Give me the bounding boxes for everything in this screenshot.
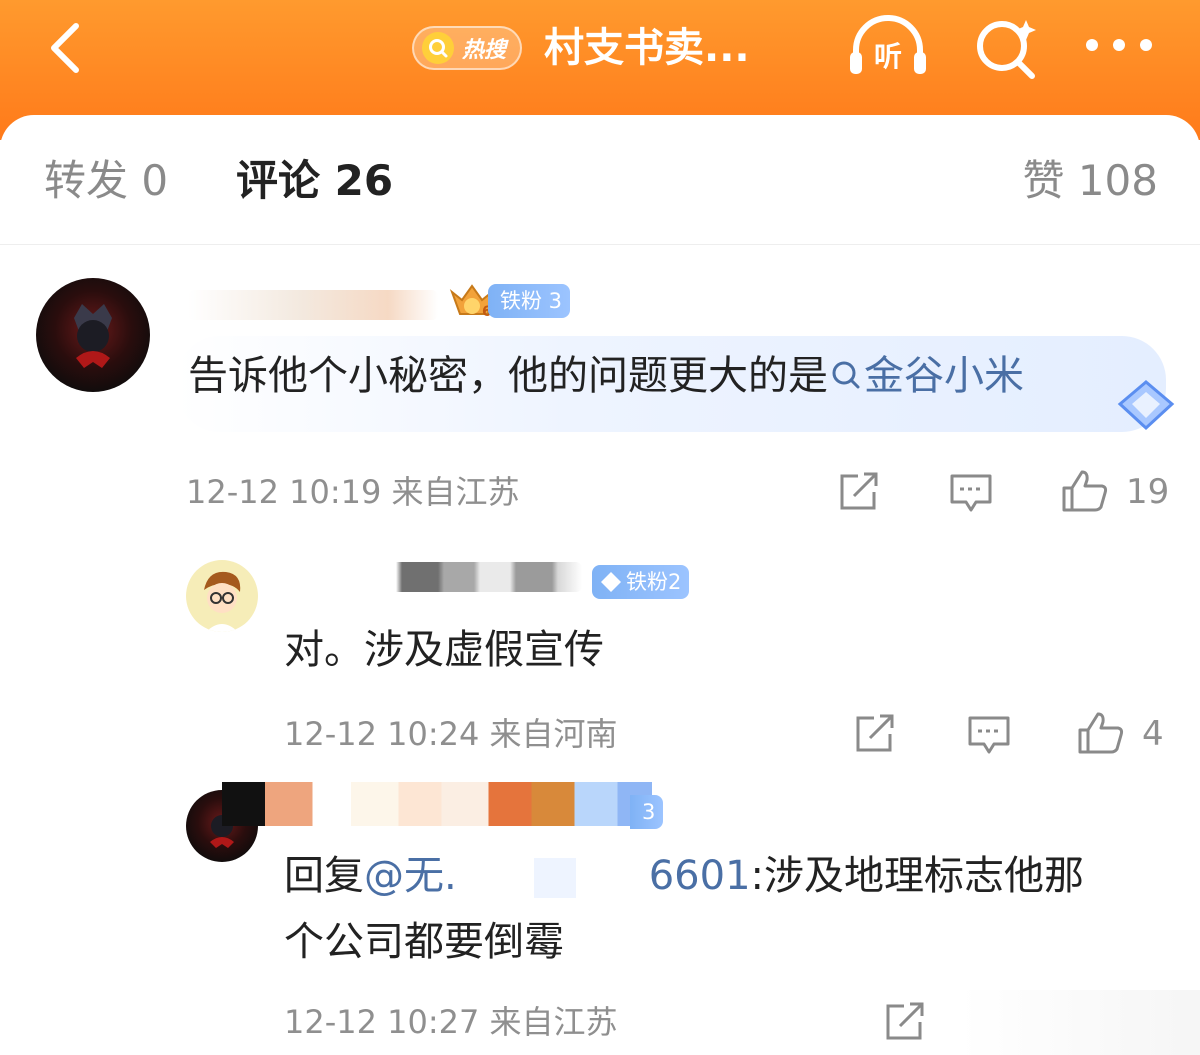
comment-icon [968, 716, 1010, 754]
comment-text-body: 告诉他个小秘密，他的问题更大的是 [188, 353, 828, 399]
share-icon [840, 472, 878, 510]
tabs-bar: 转发 0 评论 26 赞 108 [0, 115, 1200, 245]
watermark-overlay [960, 990, 1200, 1055]
avatar[interactable] [36, 278, 150, 392]
fan-badge: 3 [630, 795, 664, 829]
hot-search-badge[interactable]: 热搜 [412, 26, 522, 70]
tab-likes[interactable]: 赞 108 [1022, 153, 1158, 209]
svg-text:听: 听 [874, 40, 902, 73]
avatar[interactable] [186, 560, 258, 632]
comment-meta: 12-12 10:19 来自江苏 [186, 473, 520, 511]
chevron-left-icon [51, 23, 79, 73]
listen-button[interactable]: 听 [846, 14, 930, 80]
share-button[interactable] [836, 472, 880, 512]
reply-button[interactable] [948, 472, 994, 514]
diamond-icon [601, 572, 621, 592]
headphones-icon: 听 [850, 15, 926, 74]
username-blurred[interactable] [188, 290, 438, 320]
search-icon [832, 361, 860, 389]
like-count: 19 [1126, 472, 1170, 512]
comment-text: 回复@无. 6601:涉及地理标志他那 [284, 853, 1084, 899]
topic-link[interactable]: 金谷小米 [828, 353, 1024, 399]
share-button[interactable] [882, 1002, 926, 1042]
like-button[interactable] [1060, 468, 1110, 514]
tab-repost[interactable]: 转发 0 [44, 153, 168, 209]
back-button[interactable] [38, 18, 98, 78]
comment-text: 告诉他个小秘密，他的问题更大的是 金谷小米 [188, 348, 1024, 404]
more-button[interactable] [1082, 30, 1156, 60]
reply-button[interactable] [966, 714, 1012, 756]
search-button[interactable] [972, 14, 1042, 80]
diamond-decoration-icon [1114, 378, 1178, 434]
topic-title[interactable]: 村支书卖... [544, 20, 750, 76]
search-icon [977, 20, 1036, 79]
search-icon [422, 32, 454, 64]
mention-link[interactable]: @无. 6601 [364, 853, 751, 899]
comment-icon [950, 474, 992, 512]
comment-meta: 12-12 10:27 来自江苏 [284, 1003, 618, 1041]
tab-comments[interactable]: 评论 26 [236, 153, 393, 209]
thumbs-up-icon [1078, 712, 1124, 754]
comment-meta: 12-12 10:24 来自河南 [284, 715, 618, 753]
comment-text: 对。涉及虚假宣传 [284, 627, 604, 673]
share-button[interactable] [852, 714, 896, 754]
fan-badge: 铁粉2 [592, 565, 690, 599]
thumbs-up-icon [1062, 470, 1108, 512]
comment-text-line2: 个公司都要倒霉 [284, 919, 564, 965]
like-count: 4 [1142, 714, 1164, 754]
username-blurred[interactable] [222, 782, 652, 826]
like-button[interactable] [1076, 710, 1126, 756]
share-icon [886, 1002, 924, 1040]
username-blurred[interactable] [282, 562, 582, 592]
more-dots-icon [1086, 39, 1152, 51]
fan-badge: 铁粉 3 [488, 284, 571, 318]
hot-search-label: 热搜 [462, 38, 507, 63]
mention-blurred [456, 858, 649, 898]
share-icon [856, 714, 894, 752]
